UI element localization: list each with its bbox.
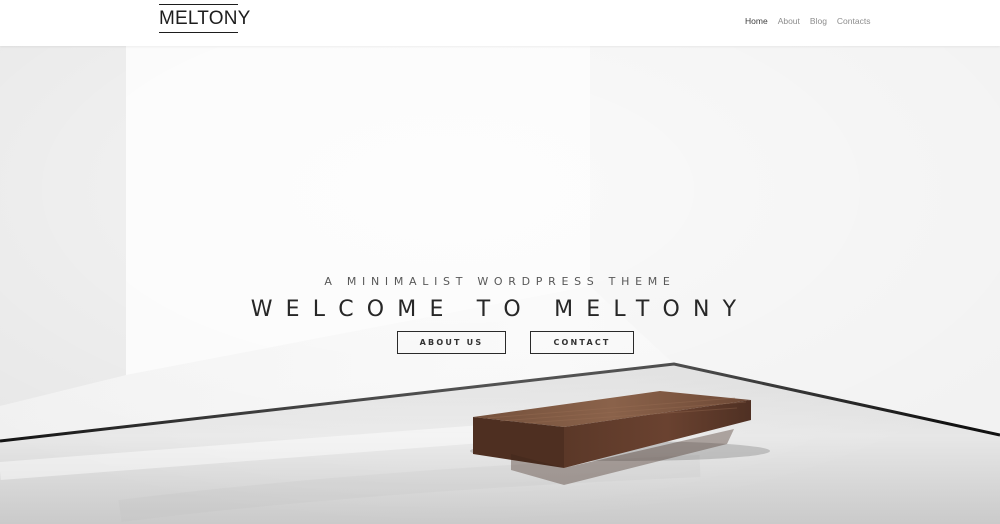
main-navigation: Home About Blog Contacts (745, 15, 870, 27)
hero-section: A MINIMALIST WORDPRESS THEME WELCOME TO … (0, 46, 1000, 524)
hero-title: WELCOME TO MELTONY (250, 297, 750, 322)
contact-button[interactable]: CONTACT (530, 331, 634, 354)
about-us-button[interactable]: ABOUT US (397, 331, 506, 354)
site-logo[interactable]: MELTONY (159, 4, 250, 33)
hero-subtitle: A MINIMALIST WORDPRESS THEME (324, 275, 676, 288)
site-header: MELTONY Home About Blog Contacts (0, 0, 1000, 46)
nav-home[interactable]: Home (745, 15, 768, 27)
nav-contacts[interactable]: Contacts (837, 15, 871, 27)
nav-about[interactable]: About (778, 15, 800, 27)
nav-blog[interactable]: Blog (810, 15, 827, 27)
hero-content: A MINIMALIST WORDPRESS THEME WELCOME TO … (0, 46, 1000, 524)
